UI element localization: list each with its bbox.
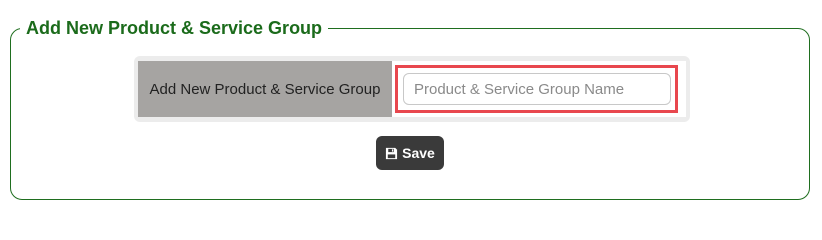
floppy-disk-icon <box>385 147 398 160</box>
input-cell <box>392 61 686 117</box>
fieldset-legend: Add New Product & Service Group <box>20 16 329 40</box>
field-label: Add New Product & Service Group <box>138 61 392 117</box>
save-button[interactable]: Save <box>376 136 444 170</box>
input-highlight-box <box>395 65 678 113</box>
group-name-input[interactable] <box>403 73 671 105</box>
form-row: Add New Product & Service Group <box>134 56 690 122</box>
save-button-label: Save <box>402 145 435 161</box>
